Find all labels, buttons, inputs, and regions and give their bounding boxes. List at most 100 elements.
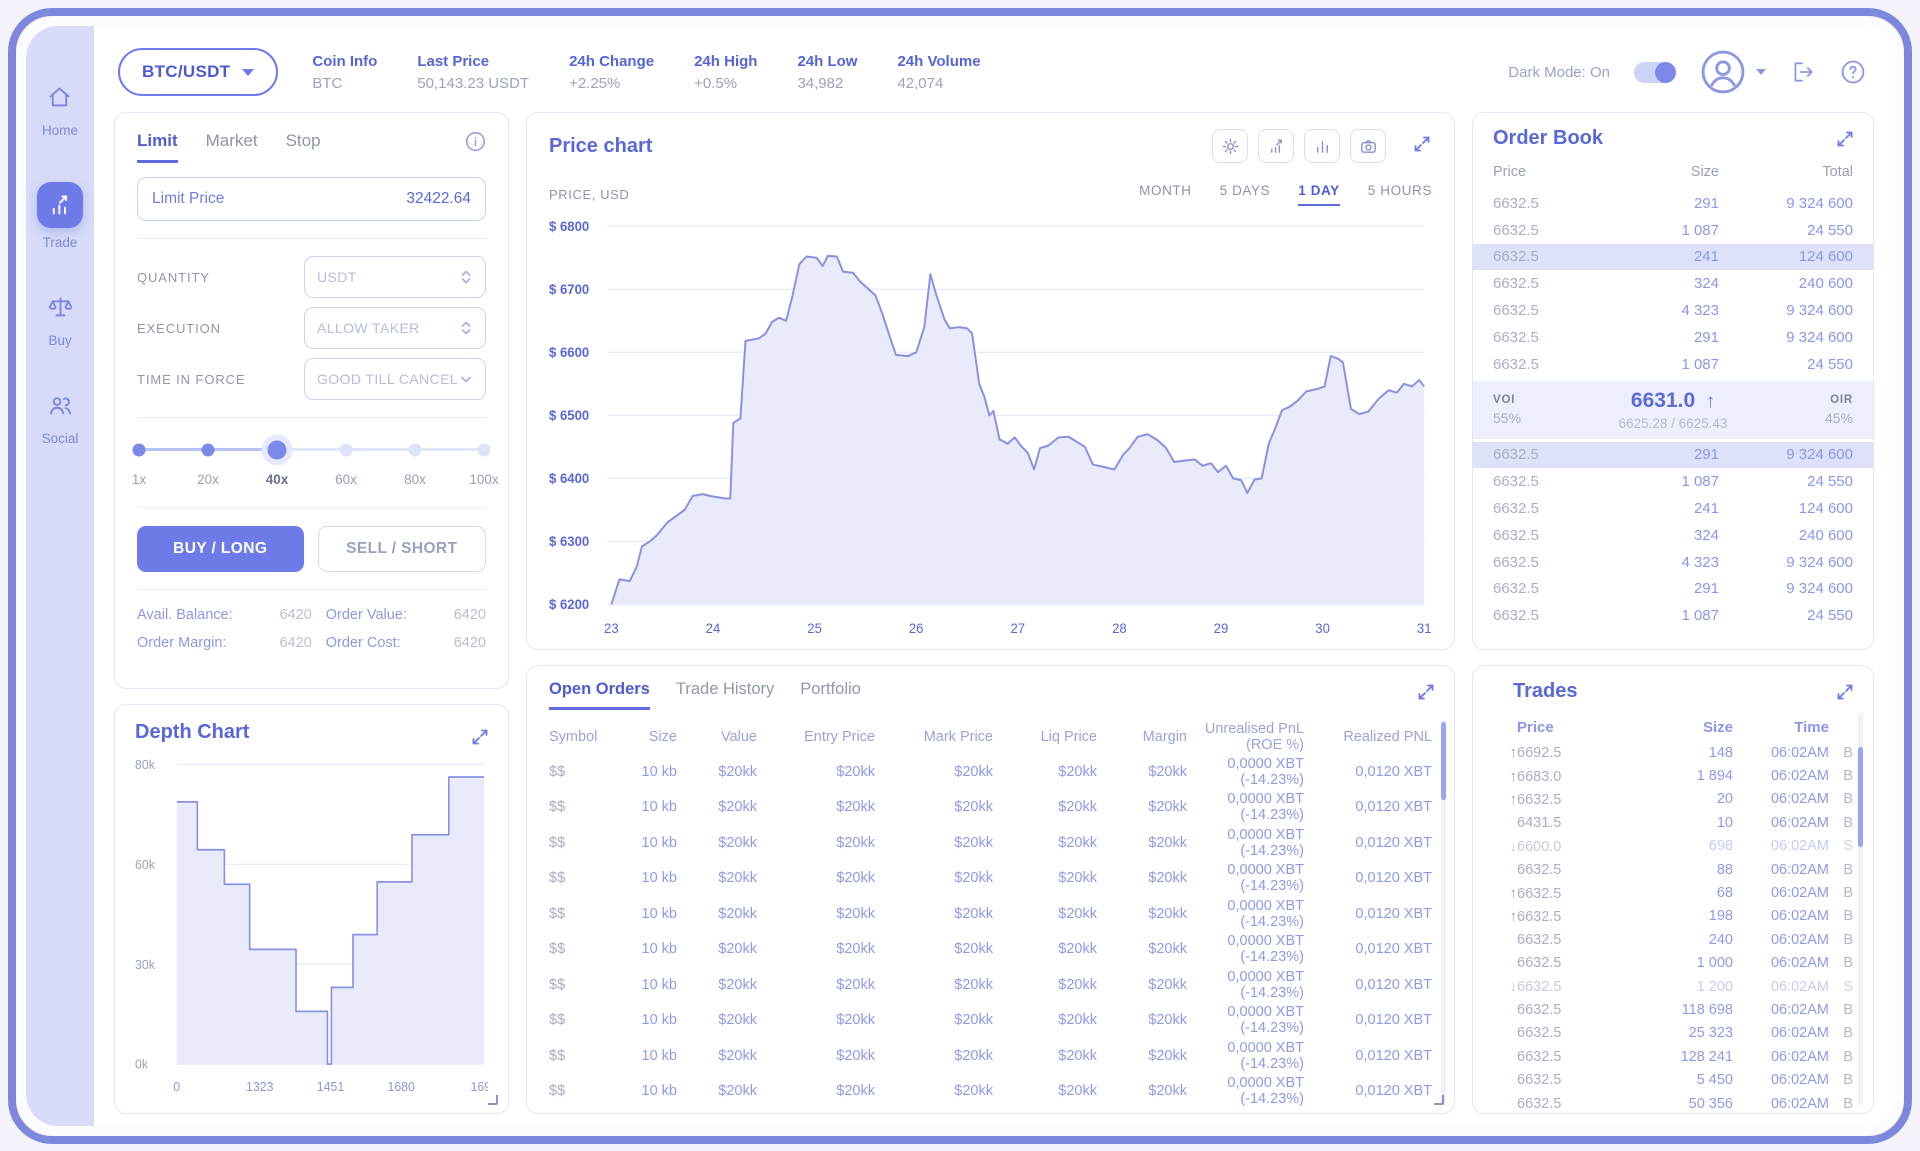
stat-value: +0.5% (694, 75, 757, 92)
expand-icon[interactable] (1412, 134, 1432, 159)
trade-row[interactable]: 6632.5128 24106:02AMB (1493, 1045, 1853, 1068)
leverage-dot-40x[interactable] (268, 440, 287, 459)
range-1day[interactable]: 1 DAY (1298, 183, 1340, 206)
settings-icon[interactable] (1212, 129, 1248, 163)
expand-icon[interactable] (470, 721, 490, 752)
range-5days[interactable]: 5 DAYS (1220, 183, 1271, 206)
cell-total: 9 324 600 (1719, 302, 1853, 319)
trade-row[interactable]: ↓6600.069806:02AMS (1493, 835, 1853, 858)
trade-row[interactable]: 6632.51 00006:02AMB (1493, 952, 1853, 975)
order-book-row[interactable]: 6632.52919 324 600 (1473, 442, 1873, 469)
dark-mode-toggle[interactable] (1634, 62, 1676, 83)
open-order-row[interactable]: $$10 kb$20kk$20kk$20kk$20kk$20kk0,0000 X… (549, 967, 1432, 1003)
order-book-row[interactable]: 6632.51 08724 550 (1473, 217, 1873, 244)
svg-text:$ 6600: $ 6600 (549, 345, 589, 360)
leverage-dot-60x[interactable] (340, 443, 353, 456)
order-book-row[interactable]: 6632.51 08724 550 (1473, 468, 1873, 495)
tab-open-orders[interactable]: Open Orders (549, 680, 650, 710)
trade-row[interactable]: 6632.550 35606:02AMB (1493, 1092, 1853, 1115)
trade-row[interactable]: ↑6632.56806:02AMB (1493, 881, 1853, 904)
range-month[interactable]: MONTH (1139, 183, 1192, 206)
cell-side: B (1829, 1072, 1853, 1088)
leverage-dot-80x[interactable] (409, 443, 422, 456)
order-book-row[interactable]: 6632.52919 324 600 (1473, 324, 1873, 351)
cell-price: 6632.5 (1493, 248, 1585, 265)
tab-trade-history[interactable]: Trade History (676, 680, 774, 707)
trade-row[interactable]: ↓6632.51 20006:02AMS (1493, 975, 1853, 998)
cell-size: 324 (1585, 275, 1719, 292)
pair-selector[interactable]: BTC/USDT (118, 48, 278, 96)
sidebar-item-trade[interactable]: Trade (37, 182, 83, 250)
tab-stop[interactable]: Stop (286, 131, 321, 160)
cell: 10 kb (607, 870, 677, 886)
limit-price-input[interactable]: Limit Price 32422.64 (137, 177, 486, 221)
open-order-row[interactable]: $$10 kb$20kk$20kk$20kk$20kk$20kk0,0000 X… (549, 790, 1432, 826)
sidebar-item-home[interactable]: Home (42, 84, 78, 138)
order-book-row[interactable]: 6632.5324240 600 (1473, 522, 1873, 549)
order-book-row[interactable]: 6632.51 08724 550 (1473, 602, 1873, 629)
expand-icon[interactable] (1835, 129, 1855, 154)
cell: $20kk (1097, 1083, 1187, 1099)
order-book-row[interactable]: 6632.5241124 600 (1473, 244, 1873, 271)
trade-row[interactable]: ↑6692.514806:02AMB (1493, 741, 1853, 764)
scrollbar-thumb[interactable] (1858, 747, 1863, 847)
order-book-row[interactable]: 6632.54 3239 324 600 (1473, 297, 1873, 324)
info-icon[interactable] (465, 131, 486, 157)
tab-limit[interactable]: Limit (137, 131, 178, 163)
trade-row[interactable]: 6632.525 32306:02AMB (1493, 1022, 1853, 1045)
buy-long-button[interactable]: BUY / LONG (137, 526, 304, 572)
open-order-row[interactable]: $$10 kb$20kk$20kk$20kk$20kk$20kk0,0000 X… (549, 825, 1432, 861)
open-order-row[interactable]: $$10 kb$20kk$20kk$20kk$20kk$20kk0,0000 X… (549, 754, 1432, 790)
order-book-row[interactable]: 6632.51 08724 550 (1473, 351, 1873, 378)
trade-row[interactable]: ↑6632.52006:02AMB (1493, 788, 1853, 811)
open-order-row[interactable]: $$10 kb$20kk$20kk$20kk$20kk$20kk0,0000 X… (549, 1038, 1432, 1074)
leverage-dot-20x[interactable] (202, 443, 215, 456)
quantity-select[interactable]: USDT (304, 256, 486, 298)
resize-corner-icon[interactable] (488, 1095, 498, 1105)
oir-value: 45% (1783, 410, 1853, 426)
order-book-row[interactable]: 6632.52919 324 600 (1473, 576, 1873, 603)
logout-button[interactable] (1790, 59, 1816, 85)
help-button[interactable] (1840, 59, 1866, 85)
expand-icon[interactable] (1416, 682, 1436, 707)
trending-chart-icon[interactable] (1258, 129, 1294, 163)
cell-total: 9 324 600 (1719, 580, 1853, 597)
order-book-row[interactable]: 6632.54 3239 324 600 (1473, 549, 1873, 576)
trade-row[interactable]: 6632.55 45006:02AMB (1493, 1068, 1853, 1091)
open-order-row[interactable]: $$10 kb$20kk$20kk$20kk$20kk$20kk0,0000 X… (549, 861, 1432, 897)
open-order-row[interactable]: $$10 kb$20kk$20kk$20kk$20kk$20kk0,0000 X… (549, 1003, 1432, 1039)
order-book-row[interactable]: 6632.5241124 600 (1473, 495, 1873, 522)
trade-row[interactable]: ↑6683.01 89406:02AMB (1493, 764, 1853, 787)
resize-corner-icon[interactable] (1434, 1095, 1444, 1105)
order-book-row[interactable]: 6632.52919 324 600 (1473, 190, 1873, 217)
trade-row[interactable]: 6632.524006:02AMB (1493, 928, 1853, 951)
open-order-row[interactable]: $$10 kb$20kk$20kk$20kk$20kk$20kk0,0000 X… (549, 896, 1432, 932)
sidebar-item-label: Trade (43, 235, 78, 250)
tab-market[interactable]: Market (206, 131, 258, 160)
sidebar-item-social[interactable]: Social (42, 392, 79, 446)
leverage-slider[interactable]: 1x20x40x60x80x100x (139, 438, 484, 490)
open-order-row[interactable]: $$10 kb$20kk$20kk$20kk$20kk$20kk0,0000 X… (549, 1074, 1432, 1110)
execution-select[interactable]: ALLOW TAKER (304, 307, 486, 349)
camera-icon[interactable] (1350, 129, 1386, 163)
trade-row[interactable]: 6431.51006:02AMB (1493, 811, 1853, 834)
time-in-force-select[interactable]: GOOD TILL CANCEL (304, 358, 486, 400)
cell: $20kk (757, 835, 875, 851)
cell: 0,0120 XBT (1304, 941, 1432, 957)
leverage-dot-1x[interactable] (133, 443, 146, 456)
open-order-row[interactable]: $$10 kb$20kk$20kk$20kk$20kk$20kk0,0000 X… (549, 932, 1432, 968)
trade-row[interactable]: 6632.5118 69806:02AMB (1493, 998, 1853, 1021)
tab-portfolio[interactable]: Portfolio (800, 680, 861, 707)
range-5hours[interactable]: 5 HOURS (1368, 183, 1432, 206)
bar-chart-icon[interactable] (1304, 129, 1340, 163)
sell-short-button[interactable]: SELL / SHORT (318, 526, 487, 572)
user-menu[interactable] (1700, 49, 1766, 95)
trade-row[interactable]: ↑6632.519806:02AMB (1493, 905, 1853, 928)
trade-row[interactable]: 6632.58806:02AMB (1493, 858, 1853, 881)
order-book-row[interactable]: 6632.5324240 600 (1473, 270, 1873, 297)
leverage-dot-100x[interactable] (478, 443, 491, 456)
expand-icon[interactable] (1835, 682, 1855, 707)
sidebar-item-buy[interactable]: Buy (47, 294, 74, 348)
scrollbar-thumb[interactable] (1441, 722, 1446, 800)
dark-mode-label: Dark Mode: On (1508, 64, 1610, 81)
